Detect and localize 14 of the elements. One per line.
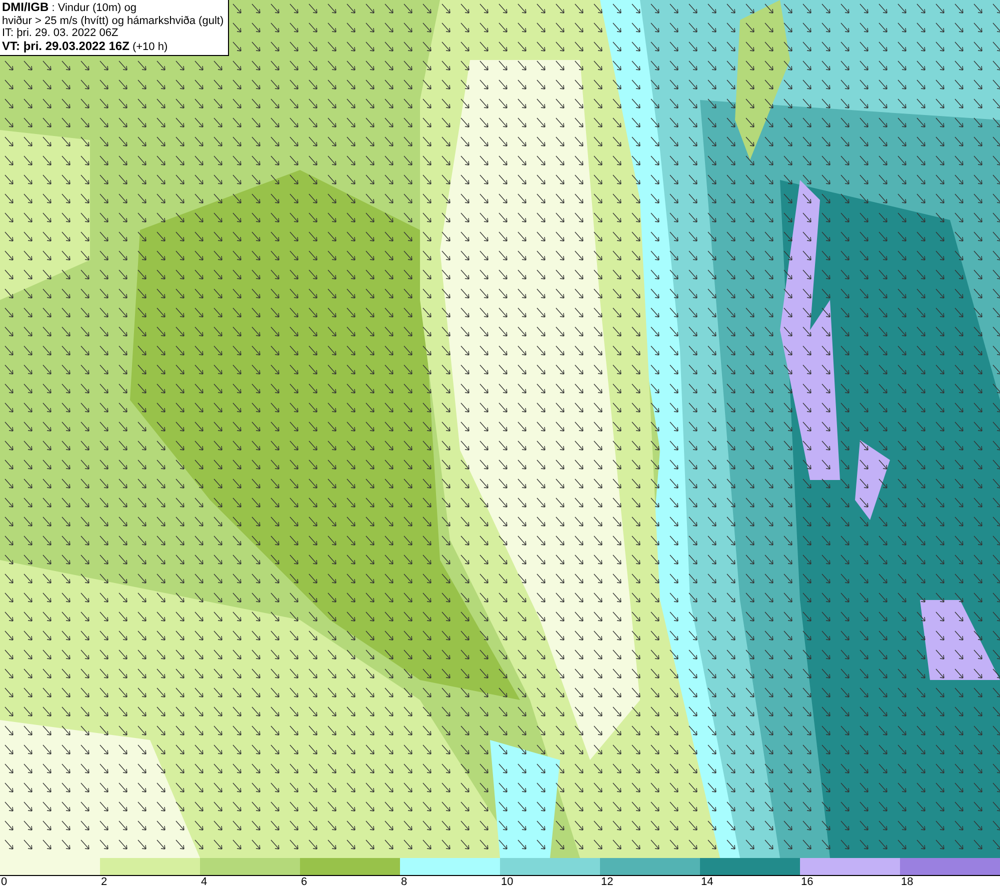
- legend-tick-label: 2: [100, 876, 108, 887]
- legend-tick-label: 10: [500, 876, 514, 887]
- legend-tick-label: 14: [700, 876, 714, 887]
- legend-tick-label: 12: [600, 876, 614, 887]
- legend-tick-label: 8: [400, 876, 408, 887]
- info-text: IT: þri. 29. 03. 2022 06Z: [2, 27, 120, 40]
- info-text: DMI/IGB : Vindur (10m) og: [2, 1, 138, 14]
- legend-tick-label: 18: [900, 876, 914, 887]
- info-text: hviður > 25 m/s (hvítt) og hámarkshviða (gult): [2, 14, 224, 27]
- legend-tick-label: 0: [0, 876, 8, 887]
- legend-tick-label: 4: [200, 876, 208, 887]
- legend-tick-label: 6: [300, 876, 308, 887]
- info-text: VT: þri. 29.03.2022 16Z (+10 h): [2, 40, 169, 53]
- legend-tick-label: 16: [800, 876, 814, 887]
